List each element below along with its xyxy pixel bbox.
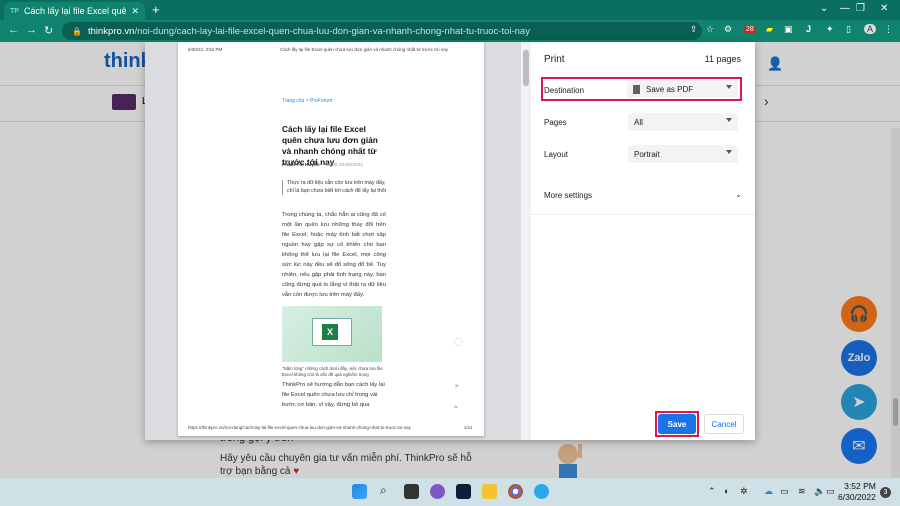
url-domain: thinkpro.vn	[87, 25, 135, 37]
url-path: /noi-dung/cach-lay-lai-file-excel-quen-c…	[134, 25, 530, 37]
volume-icon[interactable]: 🔈	[814, 486, 825, 497]
pdf-file-icon	[633, 84, 640, 94]
share-icon[interactable]: ⇪	[690, 24, 698, 35]
more-settings-toggle[interactable]: More settings ⌄	[544, 190, 742, 200]
print-dialog: 6/30/22, 3:52 PM Cách lấy lại file Excel…	[145, 42, 755, 440]
thinkpro-favicon-icon: TP	[10, 7, 19, 15]
author-name: Phạm Thị Huyền	[282, 163, 320, 168]
back-icon[interactable]: ←	[8, 24, 19, 36]
article-body-continued: ThinkPro sẽ hướng dẫn bạn cách lấy lại f…	[282, 382, 385, 408]
article-image: X	[282, 306, 382, 362]
caret-down-icon	[726, 118, 732, 122]
browser-toolbar: ← → ↻ 🔒 thinkpro.vn/noi-dung/cach-lay-la…	[0, 20, 900, 42]
preview-header-title: Cách lấy lại file Excel quên chưa lưu đơ…	[280, 47, 448, 52]
clock-date: 6/30/2022	[838, 492, 876, 502]
address-bar[interactable]: 🔒 thinkpro.vn/noi-dung/cach-lay-lai-file…	[62, 22, 702, 40]
sidebar-icon[interactable]: ▯	[846, 24, 851, 35]
extension-j-icon[interactable]: J	[806, 24, 811, 34]
layout-select[interactable]: Portrait	[628, 145, 738, 163]
bookmark-star-icon[interactable]: ☆	[706, 24, 714, 35]
file-explorer-icon[interactable]	[482, 484, 497, 499]
chevron-down-icon: ⌄	[735, 190, 742, 199]
clock-time: 3:52 PM	[844, 481, 876, 491]
preview-page: 6/30/22, 3:52 PM Cách lấy lại file Excel…	[178, 42, 484, 436]
preview-footer-url: https://thinkpro.vn/noi-dung/cach-lay-la…	[188, 425, 411, 430]
extension-badge[interactable]: 28	[744, 26, 756, 33]
page-count: 11 pages	[704, 54, 741, 64]
extension-gear-icon[interactable]: ⚙	[724, 24, 732, 35]
telegram-taskbar-icon[interactable]	[534, 484, 549, 499]
destination-value: Save as PDF	[646, 84, 694, 94]
article-body: Trong chúng ta, chắc hẳn ai cũng đã có m…	[282, 212, 386, 298]
notification-badge[interactable]: 3	[880, 487, 891, 498]
extension-icon[interactable]: ▰	[766, 24, 773, 35]
tab-title: Cách lấy lại file Excel quên chưa l	[23, 6, 127, 16]
wifi-icon[interactable]: ≋	[798, 486, 806, 497]
layout-value: Portrait	[634, 149, 660, 159]
tray-icon[interactable]: ▭	[780, 486, 789, 497]
destination-label: Destination	[544, 86, 585, 95]
system-clock[interactable]: 3:52 PM 6/30/2022	[838, 481, 876, 503]
tab-strip: TP Cách lấy lại file Excel quên chưa l ✕…	[0, 0, 900, 20]
lock-icon: 🔒	[72, 26, 82, 36]
chevron-down-icon[interactable]: ⌄	[820, 3, 828, 14]
reload-icon[interactable]: ↻	[44, 24, 53, 37]
onedrive-icon[interactable]: ☁	[764, 486, 773, 497]
article-title: Cách lấy lại file Excel quên chưa lưu đơ…	[282, 124, 378, 167]
caret-down-icon	[726, 150, 732, 154]
pages-value: All	[634, 117, 643, 127]
task-view-icon[interactable]	[404, 484, 419, 499]
more-settings-label: More settings	[544, 191, 593, 200]
preview-messenger-icon: ≈	[454, 404, 458, 411]
minimize-button[interactable]: —	[840, 3, 850, 14]
print-title: Print	[544, 54, 565, 65]
preview-chat-icon: ◯	[454, 337, 463, 346]
article-quote: Thực ra dữ liệu vẫn còn lưu trên máy đấy…	[282, 180, 386, 195]
cancel-button[interactable]: Cancel	[704, 414, 744, 434]
extension-icon[interactable]: ▣	[784, 24, 793, 35]
search-icon[interactable]: ⌕	[380, 483, 387, 498]
photoshop-icon[interactable]	[456, 484, 471, 499]
taskbar: ⌕ ⌃ ◐ ✲ ☁ ▭ ≋ 🔈 ▭ 3:52 PM 6/30/2022 3	[0, 478, 900, 506]
start-windows-icon[interactable]	[352, 484, 367, 499]
battery-icon[interactable]: ▭	[826, 486, 835, 497]
profile-avatar[interactable]: A	[864, 24, 876, 34]
layout-label: Layout	[544, 150, 569, 159]
puzzle-icon[interactable]: ✦	[826, 24, 834, 35]
print-preview: 6/30/22, 3:52 PM Cách lấy lại file Excel…	[145, 42, 531, 440]
forward-icon[interactable]: →	[26, 24, 37, 36]
tray-icon[interactable]: ◐	[724, 486, 729, 496]
destination-select[interactable]: Save as PDF	[627, 80, 738, 98]
maximize-button[interactable]: ❐	[856, 3, 865, 14]
pages-select[interactable]: All	[628, 113, 738, 131]
close-window-button[interactable]: ✕	[880, 3, 888, 14]
close-tab-icon[interactable]: ✕	[131, 6, 139, 17]
image-caption: "Năm lòng" những cách dưới đây, việc chư…	[282, 366, 383, 377]
menu-icon[interactable]: ⋮	[884, 24, 893, 35]
breadcrumb: Trang chủ > ProForum	[282, 98, 333, 104]
article-date: 15:05 30/06/2022	[325, 163, 363, 168]
settings-divider	[531, 214, 755, 215]
article-author: Phạm Thị Huyền 15:05 30/06/2022	[282, 163, 363, 168]
chevron-up-icon[interactable]: ⌃	[708, 486, 716, 497]
preview-telegram-icon: ➤	[454, 383, 460, 390]
preview-header-date: 6/30/22, 3:52 PM	[188, 47, 223, 52]
browser-tab[interactable]: TP Cách lấy lại file Excel quên chưa l ✕	[4, 2, 145, 20]
preview-footer-page: 1/11	[464, 425, 473, 430]
print-settings-panel: Print 11 pages Destination Save as PDF P…	[531, 42, 755, 440]
chrome-icon[interactable]	[508, 484, 523, 499]
new-tab-button[interactable]: +	[152, 2, 160, 17]
pages-label: Pages	[544, 118, 567, 127]
preview-scroll-thumb[interactable]	[523, 50, 529, 86]
teams-chat-icon[interactable]	[430, 484, 445, 499]
caret-down-icon	[726, 85, 732, 89]
settings-tray-icon[interactable]: ✲	[740, 486, 748, 497]
preview-scrollbar[interactable]	[521, 42, 531, 440]
save-button[interactable]: Save	[658, 414, 696, 434]
excel-icon: X	[322, 324, 338, 340]
